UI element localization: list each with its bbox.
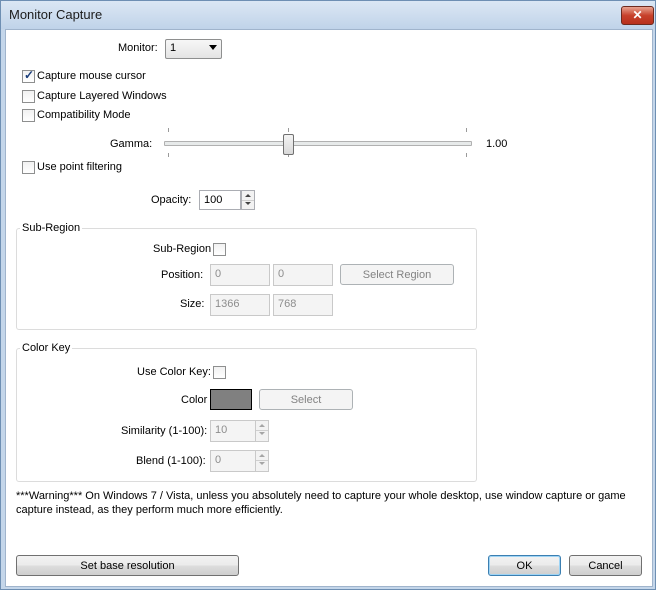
chevron-down-icon <box>209 45 217 50</box>
similarity-value: 10 <box>215 424 228 436</box>
capture-layered-label[interactable]: Capture Layered Windows <box>37 90 167 102</box>
opacity-input[interactable]: 100 <box>199 190 241 210</box>
monitor-select[interactable]: 1 <box>165 39 222 59</box>
slider-tick <box>168 153 169 157</box>
position-label: Position: <box>161 269 204 281</box>
subregion-group-title: Sub-Region <box>20 222 83 234</box>
close-button[interactable]: ✕ <box>621 6 654 25</box>
blend-label: Blend (1-100): <box>136 455 206 467</box>
ok-button[interactable]: OK <box>488 555 561 576</box>
compatibility-mode-checkbox[interactable] <box>22 109 35 122</box>
slider-tick <box>466 153 467 157</box>
height-input[interactable]: 768 <box>273 294 333 316</box>
use-color-key-label: Use Color Key: <box>137 366 211 378</box>
slider-tick <box>168 128 169 132</box>
select-region-label: Select Region <box>362 269 432 281</box>
gamma-slider-thumb[interactable] <box>282 134 294 155</box>
spin-down-icon[interactable] <box>256 430 268 439</box>
capture-mouse-label[interactable]: Capture mouse cursor <box>37 70 146 82</box>
similarity-label: Similarity (1-100): <box>121 425 208 437</box>
slider-tick <box>466 128 467 132</box>
position-x-input[interactable]: 0 <box>210 264 270 286</box>
color-swatch[interactable] <box>210 389 252 410</box>
blend-value: 0 <box>215 454 222 466</box>
compatibility-mode-label[interactable]: Compatibility Mode <box>37 109 131 121</box>
subregion-enable-label: Sub-Region <box>153 243 212 255</box>
spin-down-icon[interactable] <box>242 200 254 209</box>
position-y-value: 0 <box>278 268 285 280</box>
cancel-button[interactable]: Cancel <box>569 555 642 576</box>
use-color-key-checkbox[interactable] <box>213 366 226 379</box>
select-region-button[interactable]: Select Region <box>340 264 454 285</box>
opacity-value: 100 <box>204 194 223 206</box>
color-select-button[interactable]: Select <box>259 389 353 410</box>
close-icon: ✕ <box>632 8 643 22</box>
point-filtering-checkbox[interactable] <box>22 161 35 174</box>
warning-text: ***Warning*** On Windows 7 / Vista, unle… <box>16 490 626 516</box>
ok-label: OK <box>516 560 533 572</box>
colorkey-group-title: Color Key <box>20 342 73 354</box>
point-filtering-label[interactable]: Use point filtering <box>37 161 122 173</box>
color-label: Color <box>181 394 208 406</box>
window-title: Monitor Capture <box>9 7 103 22</box>
gamma-slider-track[interactable] <box>164 141 472 146</box>
color-select-label: Select <box>290 394 322 406</box>
cancel-label: Cancel <box>588 560 623 572</box>
capture-layered-checkbox[interactable] <box>22 90 35 103</box>
opacity-spinner[interactable] <box>241 190 255 210</box>
capture-mouse-checkbox[interactable] <box>22 68 35 83</box>
monitor-label: Monitor: <box>118 42 158 54</box>
monitor-select-value: 1 <box>170 42 177 54</box>
spin-down-icon[interactable] <box>256 460 268 469</box>
blend-spinner[interactable] <box>255 450 269 472</box>
position-y-input[interactable]: 0 <box>273 264 333 286</box>
position-x-value: 0 <box>215 268 222 280</box>
width-input[interactable]: 1366 <box>210 294 270 316</box>
gamma-label: Gamma: <box>110 138 153 150</box>
size-label: Size: <box>180 298 205 310</box>
slider-tick <box>288 128 289 132</box>
set-base-resolution-button[interactable]: Set base resolution <box>16 555 239 576</box>
blend-input[interactable]: 0 <box>210 450 256 472</box>
height-value: 768 <box>278 298 297 310</box>
similarity-spinner[interactable] <box>255 420 269 442</box>
title-bar[interactable]: Monitor Capture ✕ <box>1 1 655 29</box>
width-value: 1366 <box>215 298 240 310</box>
opacity-label: Opacity: <box>151 194 192 206</box>
dialog-body: Monitor: 1 Capture mouse cursor Capture … <box>5 29 653 587</box>
dialog-window: Monitor Capture ✕ Monitor: 1 Capture mou… <box>0 0 656 590</box>
subregion-checkbox[interactable] <box>213 243 226 256</box>
gamma-value: 1.00 <box>486 138 508 150</box>
set-base-resolution-label: Set base resolution <box>80 560 175 572</box>
similarity-input[interactable]: 10 <box>210 420 256 442</box>
